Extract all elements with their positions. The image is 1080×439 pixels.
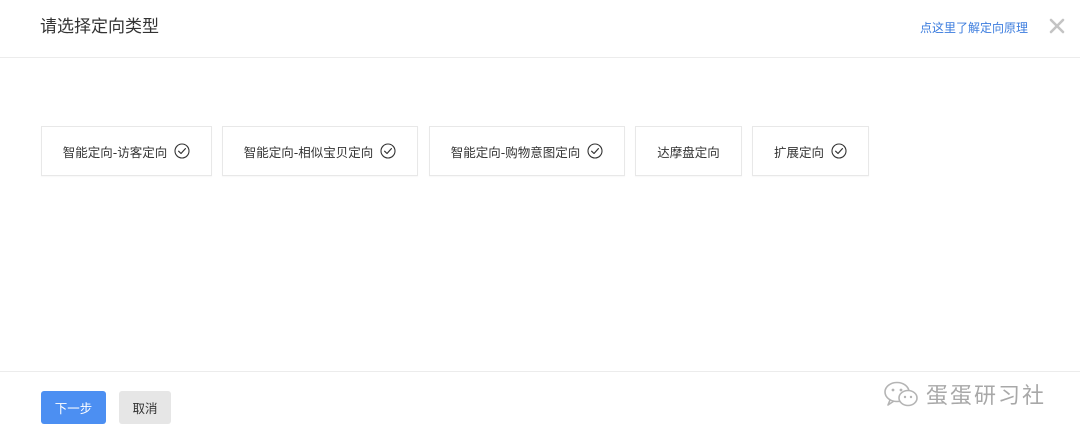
option-purchase-intent-targeting[interactable]: 智能定向-购物意图定向 bbox=[429, 126, 625, 176]
dialog-title: 请选择定向类型 bbox=[40, 17, 159, 37]
option-label: 扩展定向 bbox=[773, 144, 824, 160]
close-button[interactable] bbox=[1046, 15, 1068, 37]
option-label: 达摩盘定向 bbox=[657, 144, 720, 160]
option-visitor-targeting[interactable]: 智能定向-访客定向 bbox=[41, 126, 212, 176]
watermark: 蛋蛋研习社 bbox=[882, 378, 1046, 410]
option-label: 智能定向-访客定向 bbox=[62, 144, 168, 160]
next-step-button[interactable]: 下一步 bbox=[41, 391, 106, 424]
close-icon bbox=[1049, 18, 1065, 34]
wechat-icon bbox=[882, 379, 920, 409]
option-label: 智能定向-购物意图定向 bbox=[450, 144, 581, 160]
check-circle-icon bbox=[174, 143, 190, 159]
check-circle-icon bbox=[587, 143, 603, 159]
check-circle-icon bbox=[831, 143, 847, 159]
check-circle-icon bbox=[380, 143, 396, 159]
help-link[interactable]: 点这里了解定向原理 bbox=[920, 19, 1028, 37]
cancel-button[interactable]: 取消 bbox=[119, 391, 171, 424]
dialog-footer: 下一步 取消 蛋蛋研习社 bbox=[0, 371, 1080, 439]
option-label: 智能定向-相似宝贝定向 bbox=[243, 144, 374, 160]
option-expanded-targeting[interactable]: 扩展定向 bbox=[752, 126, 869, 176]
dialog-header: 请选择定向类型 点这里了解定向原理 bbox=[0, 0, 1080, 58]
option-similar-item-targeting[interactable]: 智能定向-相似宝贝定向 bbox=[222, 126, 418, 176]
option-dmp-targeting[interactable]: 达摩盘定向 bbox=[635, 126, 742, 176]
target-type-dialog: 请选择定向类型 点这里了解定向原理 智能定向-访客定向 智能定向-相似宝贝定向 bbox=[0, 0, 1080, 439]
watermark-text: 蛋蛋研习社 bbox=[925, 384, 1046, 409]
